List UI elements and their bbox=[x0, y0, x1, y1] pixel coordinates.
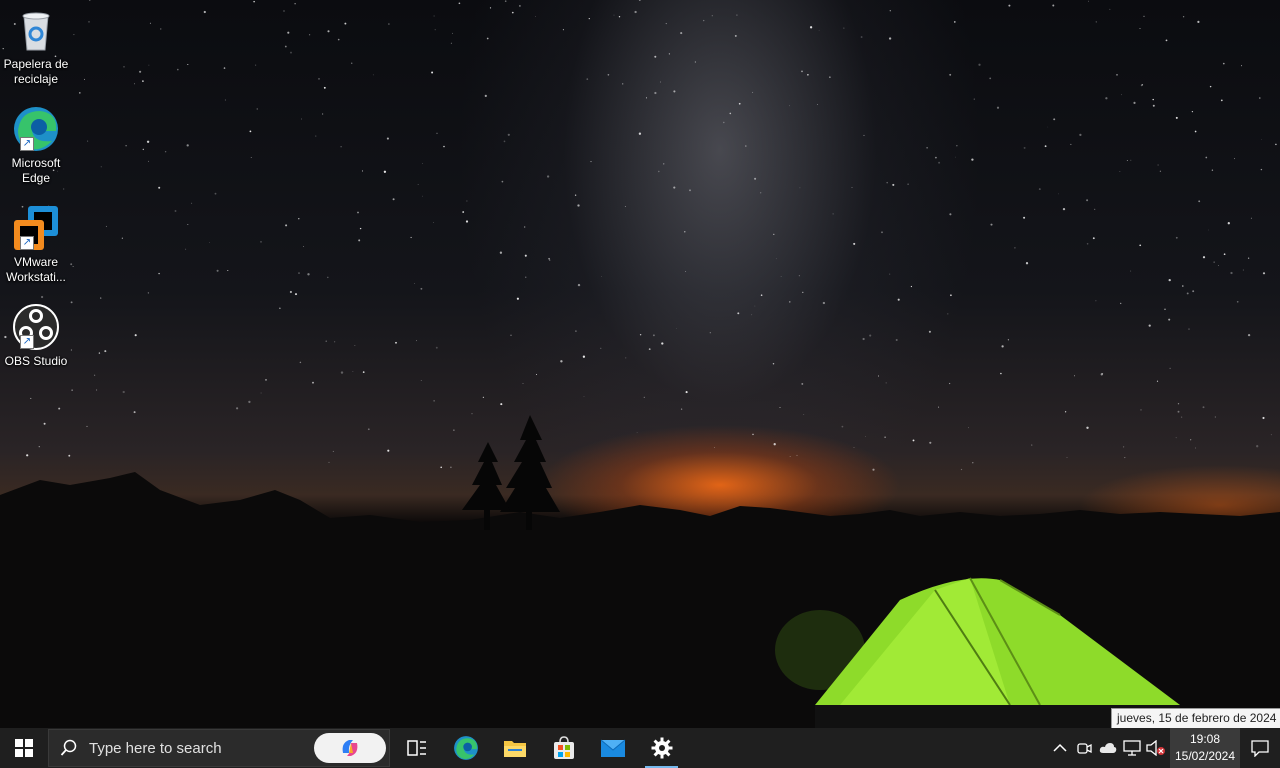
shortcut-arrow-icon: ↗ bbox=[20, 236, 34, 250]
desktop-icon-vmware[interactable]: ↗ VMware Workstati... bbox=[2, 204, 70, 285]
tray-onedrive[interactable] bbox=[1096, 728, 1120, 768]
desktop-icon-label: VMware Workstati... bbox=[6, 255, 66, 284]
taskbar-app-file-explorer[interactable] bbox=[490, 728, 539, 768]
desktop-icon-edge[interactable]: ↗ Microsoft Edge bbox=[2, 105, 70, 186]
search-input[interactable]: Type here to search bbox=[48, 729, 390, 767]
taskbar-app-task-view[interactable] bbox=[392, 728, 441, 768]
desktop-icon-label: Papelera de reciclaje bbox=[3, 57, 69, 86]
taskbar-clock[interactable]: 19:08 15/02/2024 bbox=[1170, 728, 1240, 768]
start-button[interactable] bbox=[0, 728, 48, 768]
edge-icon bbox=[453, 736, 478, 760]
folder-icon bbox=[503, 741, 526, 757]
taskbar-app-store[interactable] bbox=[539, 728, 588, 768]
tray-volume[interactable] bbox=[1144, 728, 1168, 768]
mail-icon bbox=[600, 739, 625, 757]
copilot-icon bbox=[342, 740, 358, 756]
obs-icon: ↗ bbox=[12, 303, 60, 351]
meet-now-icon bbox=[1077, 743, 1092, 754]
taskbar-app-settings[interactable] bbox=[637, 728, 686, 768]
desktop-icon-obs[interactable]: ↗ OBS Studio bbox=[2, 303, 70, 369]
shortcut-arrow-icon: ↗ bbox=[20, 137, 34, 151]
task-view-icon bbox=[406, 740, 426, 756]
desktop-icon-label: Microsoft Edge bbox=[11, 156, 61, 185]
wallpaper-landscape bbox=[0, 415, 1280, 728]
chevron-up-icon bbox=[1053, 743, 1067, 752]
edge-icon: ↗ bbox=[12, 105, 60, 153]
taskbar: Type here to search 19:08 15/02/2024 bbox=[0, 728, 1280, 768]
store-icon bbox=[553, 736, 574, 759]
taskbar-app-edge[interactable] bbox=[441, 728, 490, 768]
volume-muted-icon bbox=[1146, 740, 1165, 756]
date-tooltip: jueves, 15 de febrero de 2024 bbox=[1111, 708, 1280, 728]
desktop-icon-recycle-bin[interactable]: Papelera de reciclaje bbox=[2, 6, 70, 87]
tray-overflow-button[interactable] bbox=[1048, 728, 1072, 768]
search-placeholder: Type here to search bbox=[89, 739, 222, 757]
notification-center-button[interactable] bbox=[1240, 728, 1280, 768]
notification-icon bbox=[1251, 740, 1269, 757]
search-icon bbox=[49, 739, 89, 757]
clock-date: 15/02/2024 bbox=[1174, 749, 1236, 763]
system-tray: 19:08 15/02/2024 bbox=[1048, 728, 1280, 768]
onedrive-cloud-icon bbox=[1099, 743, 1117, 753]
windows-logo-icon bbox=[15, 739, 33, 757]
gear-icon bbox=[651, 737, 672, 759]
desktop: Papelera de reciclaje ↗ Microsoft Edge ↗… bbox=[0, 0, 1280, 728]
shortcut-arrow-icon: ↗ bbox=[20, 335, 34, 349]
clock-time: 19:08 bbox=[1189, 732, 1221, 746]
desktop-icon-label: OBS Studio bbox=[4, 354, 68, 368]
network-icon bbox=[1123, 740, 1141, 756]
vmware-icon: ↗ bbox=[12, 204, 60, 252]
tray-network[interactable] bbox=[1120, 728, 1144, 768]
tray-meet-now[interactable] bbox=[1072, 728, 1096, 768]
recycle-bin-icon bbox=[12, 6, 60, 54]
copilot-button[interactable] bbox=[314, 733, 386, 763]
taskbar-app-mail[interactable] bbox=[588, 728, 637, 768]
